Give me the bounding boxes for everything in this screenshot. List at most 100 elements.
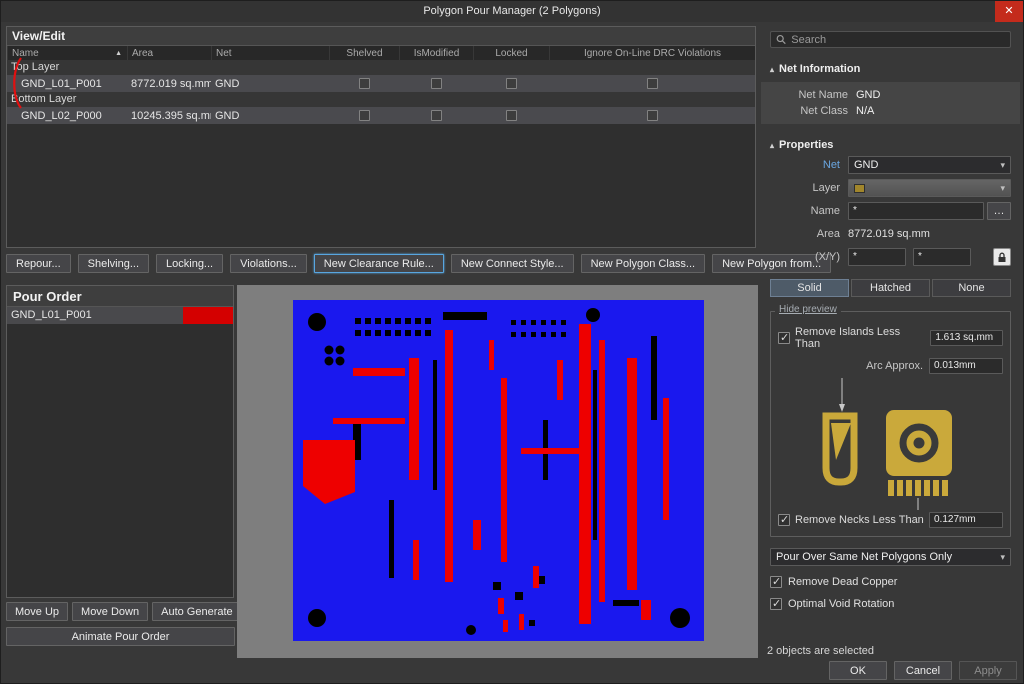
net-label: Net <box>770 159 848 171</box>
cell-net: GND <box>211 78 329 90</box>
xy-label: (X/Y) <box>770 251 848 263</box>
table-body: Top Layer GND_L01_P001 8772.019 sq.mm GN… <box>7 60 755 124</box>
remove-necks-checkbox[interactable] <box>778 514 790 526</box>
shelved-checkbox[interactable] <box>359 110 370 121</box>
table-row-gnd-l02-p000[interactable]: GND_L02_P000 10245.395 sq.mm GND <box>7 107 755 124</box>
remove-islands-field[interactable]: 1.613 sq.mm <box>930 330 1003 346</box>
new-connect-style-button[interactable]: New Connect Style... <box>451 254 574 273</box>
net-information-section-header[interactable]: ▴ Net Information <box>770 63 1011 75</box>
titlebar[interactable]: Polygon Pour Manager (2 Polygons) ✕ <box>1 1 1023 22</box>
search-input[interactable] <box>791 34 1005 46</box>
ok-button[interactable]: OK <box>829 661 887 680</box>
area-label: Area <box>770 228 848 240</box>
column-header-ignore-drc[interactable]: Ignore On-Line DRC Violations <box>549 46 755 60</box>
column-header-net[interactable]: Net <box>211 46 329 60</box>
chevron-down-icon: ▾ <box>1000 183 1005 194</box>
ignore-drc-checkbox[interactable] <box>647 78 658 89</box>
pour-order-panel: Pour Order GND_L01_P001 <box>6 285 234 598</box>
layer-group-row-top[interactable]: Top Layer <box>7 60 755 75</box>
net-name-label: Net Name <box>761 89 856 101</box>
layer-group-row-bottom[interactable]: Bottom Layer <box>7 92 755 107</box>
cancel-button[interactable]: Cancel <box>894 661 952 680</box>
pour-over-dropdown[interactable]: Pour Over Same Net Polygons Only ▾ <box>770 548 1011 566</box>
layer-label: Layer <box>770 182 848 194</box>
remove-dead-copper-label: Remove Dead Copper <box>788 576 897 588</box>
y-field[interactable]: * <box>913 248 971 266</box>
ismodified-checkbox[interactable] <box>431 110 442 121</box>
table-header: Name ▲ Area Net Shelved IsModified Locke… <box>7 46 755 60</box>
move-down-button[interactable]: Move Down <box>72 602 148 621</box>
polygon-outline-arc-icon <box>9 56 23 110</box>
lock-xy-button[interactable] <box>993 248 1011 266</box>
close-button[interactable]: ✕ <box>995 1 1023 22</box>
lock-icon <box>997 252 1007 263</box>
layer-dropdown[interactable]: ▾ <box>848 179 1011 197</box>
pcb-preview-image <box>293 300 704 641</box>
optimal-void-rotation-checkbox[interactable] <box>770 598 782 610</box>
column-header-locked[interactable]: Locked <box>473 46 549 60</box>
locked-checkbox[interactable] <box>506 78 517 89</box>
net-dropdown[interactable]: GND ▾ <box>848 156 1011 174</box>
pour-preview-illustration <box>784 378 998 510</box>
arc-approx-label: Arc Approx. <box>866 360 923 372</box>
shelved-checkbox[interactable] <box>359 78 370 89</box>
locking-button[interactable]: Locking... <box>156 254 223 273</box>
fill-mode-none-button[interactable]: None <box>932 279 1011 297</box>
column-header-name[interactable]: Name ▲ <box>7 46 127 60</box>
fill-mode-solid-button[interactable]: Solid <box>770 279 849 297</box>
name-field[interactable]: * <box>848 202 984 220</box>
remove-dead-copper-checkbox[interactable] <box>770 576 782 588</box>
ignore-drc-checkbox[interactable] <box>647 110 658 121</box>
solid-options-group: Hide preview Remove Islands Less Than 1.… <box>770 311 1011 537</box>
optimal-void-rotation-label: Optimal Void Rotation <box>788 598 894 610</box>
auto-generate-button[interactable]: Auto Generate <box>152 602 242 621</box>
search-icon <box>776 34 786 45</box>
cell-name: GND_L01_P001 <box>7 78 127 90</box>
locked-checkbox[interactable] <box>506 110 517 121</box>
cell-area: 10245.395 sq.mm <box>127 110 211 122</box>
selection-status: 2 objects are selected <box>767 645 874 657</box>
pcb-preview-canvas <box>237 285 758 658</box>
remove-necks-field[interactable]: 0.127mm <box>929 512 1003 528</box>
remove-islands-checkbox[interactable] <box>778 332 790 344</box>
polygon-pour-manager-dialog: Polygon Pour Manager (2 Polygons) ✕ View… <box>0 0 1024 684</box>
view-edit-title: View/Edit <box>7 27 755 46</box>
name-label: Name <box>770 205 848 217</box>
search-box[interactable] <box>770 31 1011 48</box>
pour-order-title: Pour Order <box>7 286 233 307</box>
table-row-gnd-l01-p001[interactable]: GND_L01_P001 8772.019 sq.mm GND <box>7 75 755 92</box>
net-class-label: Net Class <box>761 105 856 117</box>
window-title: Polygon Pour Manager (2 Polygons) <box>423 5 600 17</box>
collapse-icon: ▴ <box>770 141 774 150</box>
pour-order-buttons: Move Up Move Down Auto Generate <box>6 602 242 621</box>
hide-preview-link[interactable]: Hide preview <box>775 304 841 315</box>
properties-section-header[interactable]: ▴ Properties <box>770 139 1011 151</box>
x-field[interactable]: * <box>848 248 906 266</box>
column-header-ismodified[interactable]: IsModified <box>399 46 473 60</box>
column-header-shelved[interactable]: Shelved <box>329 46 399 60</box>
chevron-down-icon: ▾ <box>1000 160 1005 171</box>
remove-islands-label: Remove Islands Less Than <box>795 326 925 350</box>
net-name-value: GND <box>856 89 880 101</box>
violations-button[interactable]: Violations... <box>230 254 307 273</box>
apply-button[interactable]: Apply <box>959 661 1017 680</box>
fill-mode-segment: Solid Hatched None <box>770 279 1011 297</box>
remove-necks-label: Remove Necks Less Than <box>795 514 924 526</box>
name-more-button[interactable]: … <box>987 202 1011 220</box>
arc-approx-field[interactable]: 0.013mm <box>929 358 1003 374</box>
ismodified-checkbox[interactable] <box>431 78 442 89</box>
column-header-area[interactable]: Area <box>127 46 211 60</box>
close-icon: ✕ <box>1004 1 1013 22</box>
action-button-row: Repour... Shelving... Locking... Violati… <box>6 254 831 273</box>
collapse-icon: ▴ <box>770 65 774 74</box>
pour-color-swatch <box>183 307 233 324</box>
fill-mode-hatched-button[interactable]: Hatched <box>851 279 930 297</box>
animate-pour-order-button[interactable]: Animate Pour Order <box>6 627 235 646</box>
pour-order-item[interactable]: GND_L01_P001 <box>7 307 233 324</box>
move-up-button[interactable]: Move Up <box>6 602 68 621</box>
new-polygon-class-button[interactable]: New Polygon Class... <box>581 254 706 273</box>
new-clearance-rule-button[interactable]: New Clearance Rule... <box>314 254 444 273</box>
shelving-button[interactable]: Shelving... <box>78 254 149 273</box>
repour-button[interactable]: Repour... <box>6 254 71 273</box>
dialog-footer: OK Cancel Apply <box>829 661 1017 680</box>
